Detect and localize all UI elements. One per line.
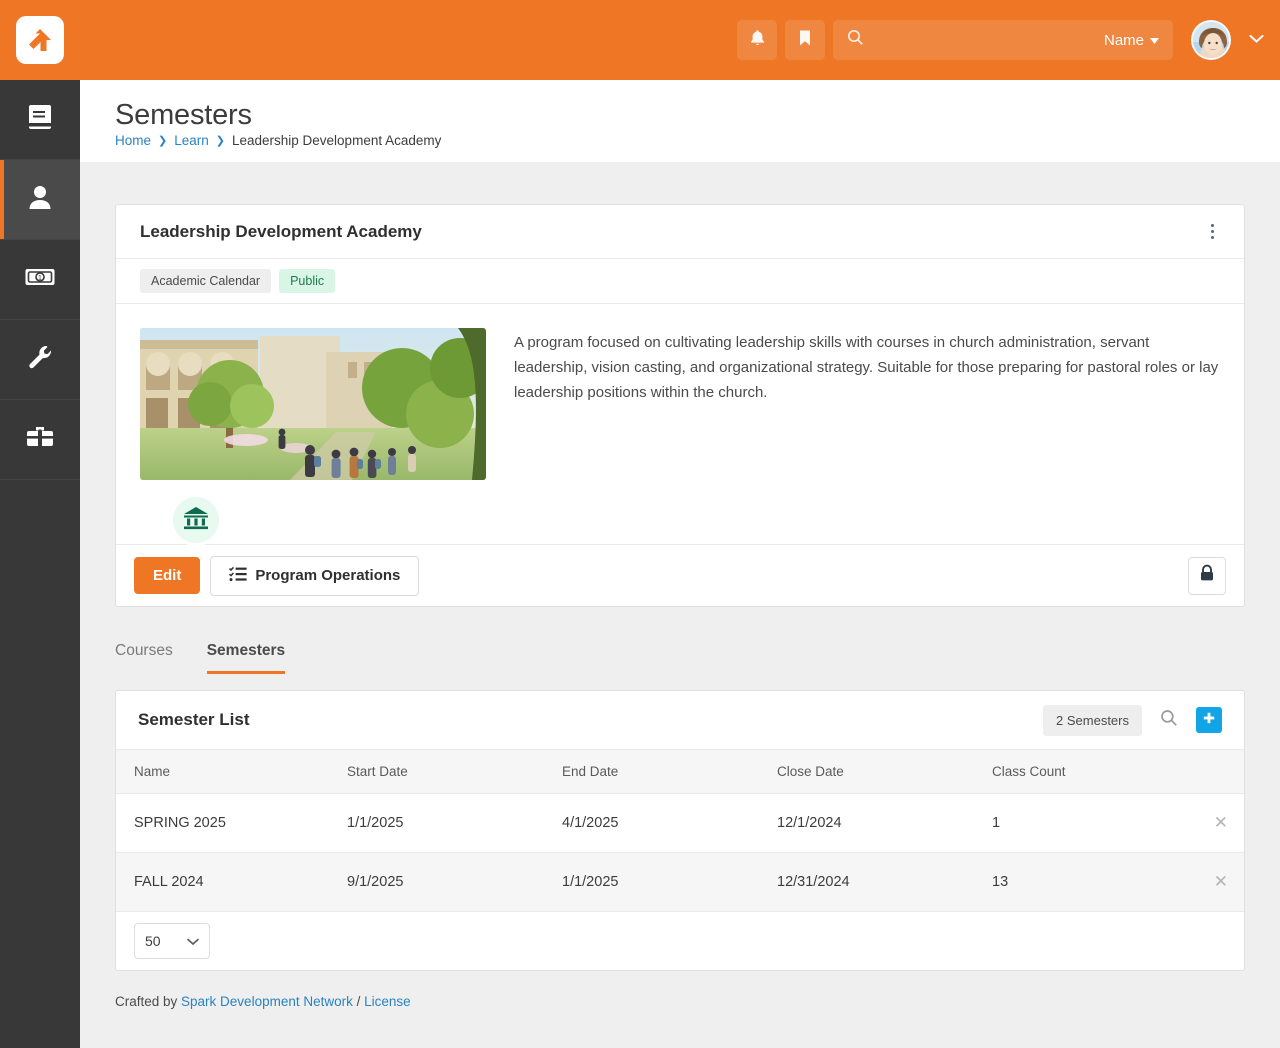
- search-scope-dropdown[interactable]: Name: [1104, 32, 1159, 49]
- cell-close-date: 12/1/2024: [761, 793, 976, 853]
- cell-name: FALL 2024: [116, 852, 331, 912]
- column-header-close-date[interactable]: Close Date: [761, 749, 976, 794]
- page-title: Semesters: [115, 99, 252, 131]
- search-input[interactable]: [874, 31, 1104, 49]
- program-operations-button[interactable]: Program Operations: [210, 555, 420, 596]
- program-card-header: Leadership Development Academy: [116, 205, 1244, 259]
- badge-public: Public: [279, 269, 336, 293]
- column-header-start-date[interactable]: Start Date: [331, 749, 546, 794]
- book-icon: [26, 102, 54, 137]
- breadcrumb: Home ❯ Learn ❯ Leadership Development Ac…: [115, 133, 441, 148]
- footer-link-spark[interactable]: Spark Development Network: [181, 994, 353, 1009]
- search-bar[interactable]: Name: [833, 20, 1173, 60]
- search-icon: [847, 29, 864, 51]
- column-header-class-count[interactable]: Class Count: [976, 749, 1198, 794]
- breadcrumb-separator-icon: ❯: [158, 135, 168, 147]
- program-image-wrap: [140, 328, 486, 546]
- university-bank-icon: [182, 505, 210, 536]
- avatar[interactable]: [1191, 20, 1231, 60]
- search-icon: [1160, 709, 1178, 732]
- breadcrumb-current: Leadership Development Academy: [231, 133, 442, 148]
- semester-list-panel: Semester List 2 Semesters Name Start Dat…: [115, 690, 1245, 971]
- cell-class-count: 13: [976, 852, 1198, 912]
- sidebar-item-cms[interactable]: [0, 80, 80, 160]
- page-size-value: 50: [145, 933, 161, 949]
- lock-icon: [1199, 564, 1215, 587]
- sidebar-item-people[interactable]: [0, 160, 80, 240]
- semester-count-badge: 2 Semesters: [1043, 704, 1142, 736]
- breadcrumb-item-learn[interactable]: Learn: [174, 133, 209, 148]
- program-card-body: A program focused on cultivating leaders…: [116, 304, 1244, 546]
- bell-icon: [749, 29, 766, 52]
- program-card-actions: Edit Program Operations: [116, 544, 1244, 606]
- plus-icon: [1202, 711, 1216, 730]
- campus-courtyard-illustration: [140, 328, 486, 480]
- footer-link-license[interactable]: License: [364, 994, 411, 1009]
- task-list-icon: [229, 566, 247, 586]
- rock-rms-logo-icon[interactable]: [16, 16, 64, 64]
- program-card: Leadership Development Academy Academic …: [115, 204, 1245, 607]
- sidebar-item-admin-tools[interactable]: [0, 320, 80, 400]
- semester-list-footer: 50: [116, 912, 1244, 970]
- semester-list-title: Semester List: [138, 710, 250, 729]
- sidebar-item-finance[interactable]: 1: [0, 240, 80, 320]
- delete-row-button[interactable]: ✕: [1197, 852, 1244, 912]
- bookmarks-button[interactable]: [785, 20, 825, 60]
- main-content: Leadership Development Academy Academic …: [80, 162, 1280, 1048]
- person-icon: [26, 182, 54, 217]
- add-semester-button[interactable]: [1196, 707, 1222, 733]
- cell-end-date: 1/1/2025: [546, 852, 761, 912]
- column-header-actions: [1197, 749, 1244, 794]
- badge-academic-calendar: Academic Calendar: [140, 269, 272, 293]
- program-type-badge: [170, 494, 222, 546]
- page-footer: Crafted by Spark Development Network / L…: [115, 994, 411, 1009]
- header-actions: Name: [737, 20, 1280, 60]
- tab-semesters[interactable]: Semesters: [206, 642, 286, 674]
- delete-row-button[interactable]: ✕: [1197, 793, 1244, 853]
- semester-list-tools: 2 Semesters: [1043, 704, 1222, 736]
- table-row[interactable]: SPRING 2025 1/1/2025 4/1/2025 12/1/2024 …: [116, 793, 1244, 853]
- avatar-chevron-down-icon[interactable]: [1249, 31, 1264, 49]
- breadcrumb-separator-icon: ❯: [215, 135, 225, 147]
- page-header-band: Semesters Home ❯ Learn ❯ Leadership Deve…: [80, 80, 1280, 162]
- table-row[interactable]: FALL 2024 9/1/2025 1/1/2025 12/31/2024 1…: [116, 852, 1244, 912]
- toolbox-icon: [25, 424, 55, 455]
- cell-end-date: 4/1/2025: [546, 793, 761, 853]
- footer-divider: /: [352, 994, 365, 1009]
- semester-table: Name Start Date End Date Close Date Clas…: [116, 749, 1244, 912]
- notifications-button[interactable]: [737, 20, 777, 60]
- sidebar-item-tools[interactable]: [0, 400, 80, 480]
- money-bill-icon: 1: [24, 265, 56, 294]
- cell-start-date: 9/1/2025: [331, 852, 546, 912]
- security-lock-button[interactable]: [1188, 556, 1226, 595]
- chevron-down-icon: [187, 933, 199, 949]
- page-size-select[interactable]: 50: [134, 923, 210, 959]
- cell-close-date: 12/31/2024: [761, 852, 976, 912]
- cell-class-count: 1: [976, 793, 1198, 853]
- tab-courses[interactable]: Courses: [115, 642, 173, 674]
- search-scope-label: Name: [1103, 31, 1144, 49]
- semester-list-header: Semester List 2 Semesters: [116, 691, 1244, 749]
- content-tabs: Courses Semesters: [115, 630, 286, 674]
- cell-start-date: 1/1/2025: [331, 793, 546, 853]
- bookmark-icon: [798, 29, 812, 52]
- cell-name: SPRING 2025: [116, 793, 331, 853]
- footer-prefix: Crafted by: [115, 994, 182, 1009]
- list-search-button[interactable]: [1160, 709, 1178, 732]
- program-badges: Academic Calendar Public: [116, 259, 1244, 304]
- column-header-end-date[interactable]: End Date: [546, 749, 761, 794]
- ellipsis-vertical-icon[interactable]: [1205, 218, 1220, 245]
- edit-button[interactable]: Edit: [134, 557, 201, 594]
- top-header: Name: [0, 0, 1280, 80]
- program-description: A program focused on cultivating leaders…: [514, 334, 1219, 401]
- program-operations-label: Program Operations: [255, 567, 401, 584]
- wrench-icon: [26, 343, 54, 376]
- caret-down-icon: [1150, 32, 1159, 49]
- table-header-row: Name Start Date End Date Close Date Clas…: [116, 749, 1244, 794]
- column-header-name[interactable]: Name: [116, 749, 331, 794]
- sidebar: 1: [0, 80, 80, 1048]
- program-title: Leadership Development Academy: [140, 221, 422, 241]
- breadcrumb-item-home[interactable]: Home: [115, 133, 151, 148]
- svg-text:1: 1: [38, 275, 42, 282]
